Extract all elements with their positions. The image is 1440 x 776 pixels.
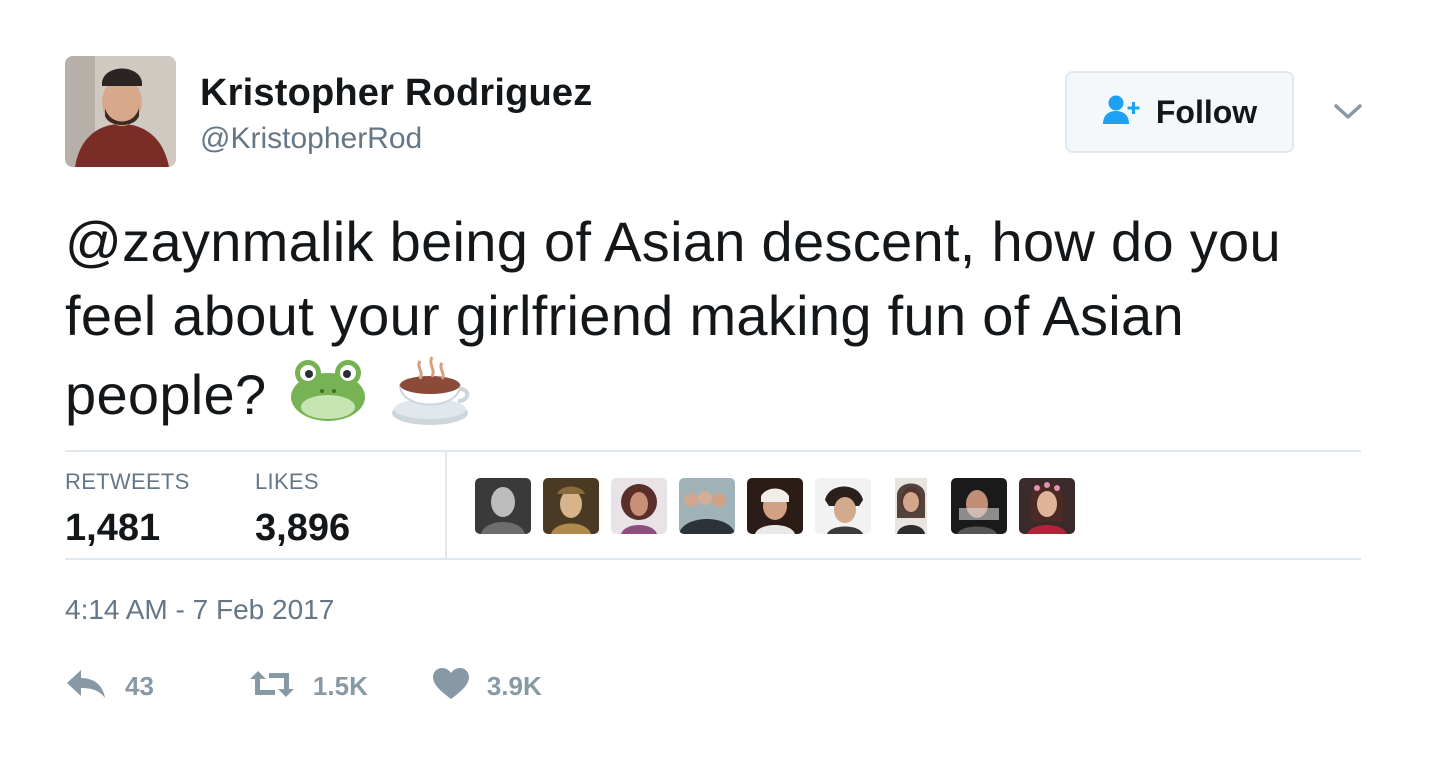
tweet-timestamp[interactable]: 4:14 AM - 7 Feb 2017: [65, 594, 334, 626]
author-name[interactable]: Kristopher Rodriguez: [200, 72, 592, 115]
liker-avatar[interactable]: [883, 478, 939, 534]
like-count: 3.9K: [486, 671, 542, 701]
author-avatar[interactable]: [65, 56, 176, 167]
reply-count: 43: [125, 671, 154, 701]
add-user-icon: [1102, 94, 1142, 131]
follow-button[interactable]: Follow: [1065, 71, 1294, 153]
heart-icon: [432, 668, 469, 705]
likes-label: LIKES: [255, 469, 319, 494]
frog-face-emoji: [288, 355, 368, 443]
liker-avatar[interactable]: [1019, 478, 1075, 534]
chevron-down-icon[interactable]: [1330, 96, 1366, 126]
tweet-text: @zaynmalik being of Asian descent, how d…: [65, 205, 1375, 445]
author-handle[interactable]: @KristopherRod: [200, 122, 422, 156]
liker-avatars: [475, 478, 1075, 534]
retweet-icon: [249, 669, 295, 704]
stats-separator: [445, 451, 447, 559]
liker-avatar[interactable]: [543, 478, 599, 534]
tweet-actions: 43 1.5K 3.9K: [65, 668, 542, 705]
reply-action[interactable]: 43: [65, 668, 154, 705]
reply-icon: [65, 668, 107, 705]
liker-avatar[interactable]: [475, 478, 531, 534]
retweet-action[interactable]: 1.5K: [249, 669, 368, 704]
hot-beverage-emoji: [390, 353, 470, 445]
retweets-label: RETWEETS: [65, 469, 190, 494]
tweet-body: @zaynmalik being of Asian descent, how d…: [65, 210, 1281, 426]
liker-avatar[interactable]: [815, 478, 871, 534]
stats-bottom-divider: [65, 558, 1361, 560]
likes-stat[interactable]: LIKES 3,896: [255, 469, 350, 550]
like-action[interactable]: 3.9K: [432, 668, 542, 705]
likes-value: 3,896: [255, 507, 351, 549]
liker-avatar[interactable]: [679, 478, 735, 534]
retweets-value: 1,481: [65, 507, 161, 549]
retweets-stat[interactable]: RETWEETS 1,481: [65, 469, 190, 550]
liker-avatar[interactable]: [611, 478, 667, 534]
stats-top-divider: [65, 450, 1361, 452]
follow-button-label: Follow: [1155, 93, 1258, 130]
liker-avatar[interactable]: [951, 478, 1007, 534]
liker-avatar[interactable]: [747, 478, 803, 534]
retweet-count: 1.5K: [312, 671, 368, 701]
